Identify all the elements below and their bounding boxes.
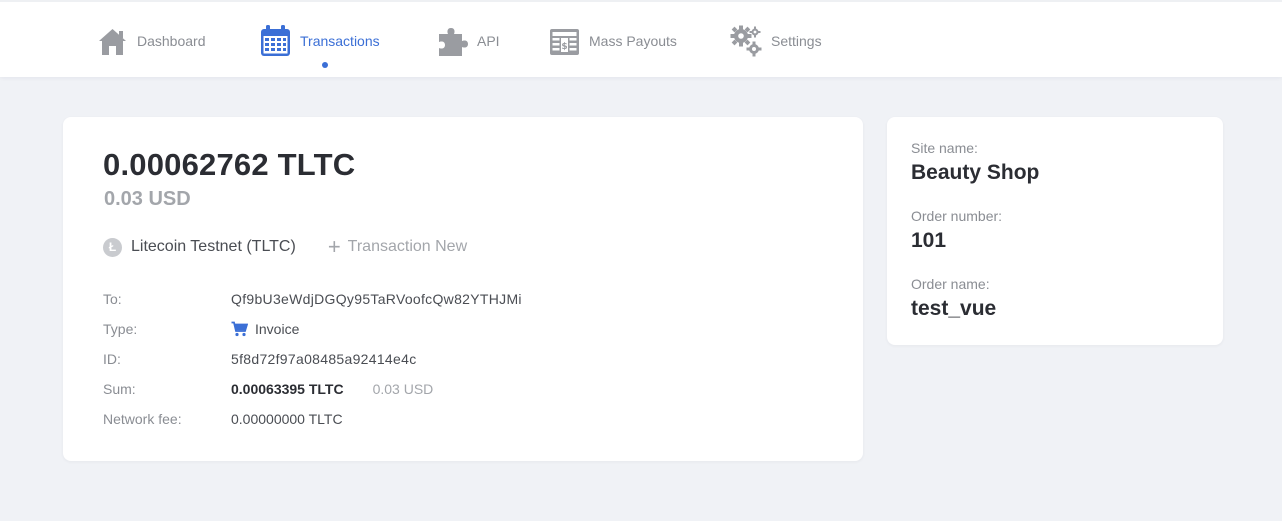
plus-icon: +	[327, 234, 341, 259]
nav-item-api[interactable]: API	[436, 22, 500, 60]
sum-fiat: 0.03 USD	[372, 381, 434, 397]
amount-fiat: 0.03 USD	[104, 188, 191, 210]
transaction-new-link[interactable]: + Transaction New	[327, 234, 468, 259]
nav-item-label: Mass Payouts	[589, 33, 677, 49]
site-name-value: Beauty Shop	[911, 161, 1040, 184]
svg-text:$: $	[561, 42, 567, 52]
active-tab-indicator	[322, 62, 328, 68]
puzzle-icon	[436, 25, 469, 58]
detail-label: Sum:	[103, 381, 136, 397]
order-name-label: Order name:	[911, 276, 990, 292]
currency-row: Ł Litecoin Testnet (TLTC) + Transaction …	[103, 234, 468, 259]
site-name-label: Site name:	[911, 140, 978, 156]
gears-icon	[730, 24, 763, 58]
detail-label: Network fee:	[103, 411, 182, 427]
detail-label: To:	[103, 291, 122, 307]
top-navigation-bar: Dashboard Transactions API $ Mass Payout…	[0, 0, 1282, 77]
nav-item-dashboard[interactable]: Dashboard	[96, 22, 206, 60]
transaction-type-value: Invoice	[255, 321, 300, 337]
order-number-label: Order number:	[911, 208, 1003, 224]
transaction-new-label: Transaction New	[347, 238, 468, 255]
detail-label: ID:	[103, 351, 121, 367]
network-fee: 0.00000000 TLTC	[231, 411, 343, 427]
amount-crypto: 0.00062762 TLTC	[103, 147, 356, 182]
nav-item-label: API	[477, 33, 500, 49]
nav-item-settings[interactable]: Settings	[730, 22, 822, 60]
nav-item-label: Settings	[771, 33, 822, 49]
transaction-id: 5f8d72f97a08485a92414e4c	[231, 351, 417, 367]
order-name-value: test_vue	[911, 297, 997, 320]
cart-icon	[231, 321, 248, 337]
detail-label: Type:	[103, 321, 138, 337]
cash-register-icon: $	[548, 25, 581, 58]
nav-item-label: Dashboard	[137, 33, 206, 49]
calendar-icon	[259, 24, 292, 58]
currency-name: Litecoin Testnet (TLTC)	[131, 238, 296, 255]
transaction-card: 0.00062762 TLTC 0.03 USD Ł Litecoin Test…	[63, 117, 863, 461]
litecoin-icon: Ł	[103, 237, 122, 257]
sum-crypto: 0.00063395 TLTC	[231, 381, 344, 397]
sum-value: 0.00063395 TLTC 0.03 USD	[231, 381, 433, 397]
transaction-type: Invoice	[231, 321, 299, 337]
nav-item-transactions[interactable]: Transactions	[259, 22, 380, 60]
nav-item-mass-payouts[interactable]: $ Mass Payouts	[548, 22, 677, 60]
nav-item-label: Transactions	[300, 33, 380, 49]
order-info-card: Site name: Beauty Shop Order number: 101…	[887, 117, 1223, 345]
home-icon	[96, 25, 129, 58]
order-number-value: 101	[911, 229, 947, 252]
recipient-address: Qf9bU3eWdjDGQy95TaRVoofcQw82YTHJMi	[231, 291, 522, 307]
